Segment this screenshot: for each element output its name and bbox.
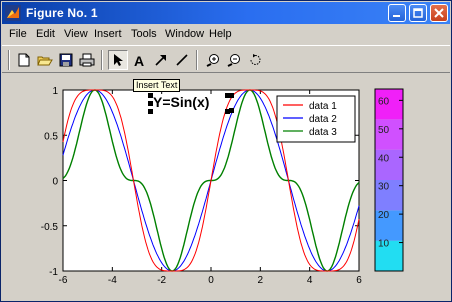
print-icon <box>79 53 95 67</box>
y-tick-label: -0.5 <box>41 222 59 233</box>
legend-label: data 3 <box>309 127 337 138</box>
menu-edit[interactable]: Edit <box>36 28 55 40</box>
selection-handle <box>148 101 153 106</box>
zoom-out-button[interactable] <box>224 50 244 70</box>
text-icon: A <box>134 53 144 67</box>
figure-canvas[interactable]: -1 -0.5 0 0.5 1 -6 -4 -2 0 2 4 6 Y=Sin(x) data 1 data … <box>3 75 449 299</box>
chart-title: Y=Sin(x) <box>153 94 209 110</box>
y-tick-label: -1 <box>49 267 58 278</box>
menu-tools[interactable]: Tools <box>131 28 157 40</box>
selection-handle <box>229 93 234 98</box>
legend-label: data 1 <box>309 101 337 112</box>
menu-view[interactable]: View <box>64 28 88 40</box>
open-file-button[interactable] <box>35 50 55 70</box>
new-figure-button[interactable] <box>14 50 34 70</box>
save-button[interactable] <box>56 50 76 70</box>
title-bar[interactable]: Figure No. 1 <box>2 2 450 24</box>
x-tick-label: -6 <box>59 275 68 286</box>
rotate-icon <box>250 54 261 65</box>
figure-window: Figure No. 1 File Edit View Insert Tools… <box>0 0 452 302</box>
arrow-select-icon <box>114 54 123 66</box>
zoom-in-button[interactable] <box>203 50 223 70</box>
x-tick-label: 6 <box>356 275 362 286</box>
new-icon <box>18 53 30 67</box>
menu-help[interactable]: Help <box>209 28 232 40</box>
selection-handle <box>148 109 153 114</box>
minimize-icon <box>393 15 400 17</box>
menu-bar: File Edit View Insert Tools Window Help <box>2 25 450 43</box>
open-icon <box>37 56 53 66</box>
rotate-3d-button[interactable] <box>245 50 265 70</box>
insert-line-button[interactable] <box>172 50 192 70</box>
toolbar-separator <box>196 50 198 70</box>
zoom-out-icon <box>227 54 240 67</box>
colorbar-tick-label: 60 <box>378 96 390 107</box>
legend-label: data 2 <box>309 114 337 125</box>
zoom-in-icon <box>206 54 219 67</box>
colorbar-tick-label: 50 <box>378 125 390 136</box>
line-icon <box>176 54 188 66</box>
selection-handle <box>148 93 153 98</box>
menu-window[interactable]: Window <box>165 28 204 40</box>
colorbar-tick-label: 10 <box>378 239 390 250</box>
x-tick-label: -4 <box>108 275 117 286</box>
colorbar-tick-label: 20 <box>378 210 390 221</box>
y-tick-label: 1 <box>52 86 58 97</box>
menu-insert[interactable]: Insert <box>94 28 122 40</box>
window-title: Figure No. 1 <box>26 6 98 20</box>
x-tick-label: 4 <box>307 275 313 286</box>
x-tick-label: 0 <box>208 275 214 286</box>
y-tick-label: 0 <box>52 177 58 188</box>
minimize-button[interactable] <box>388 4 406 22</box>
insert-text-tooltip: Insert Text <box>133 79 181 92</box>
toolbar-grip <box>8 50 10 70</box>
maximize-icon <box>413 8 423 18</box>
close-icon <box>434 8 444 18</box>
menu-file[interactable]: File <box>9 28 27 40</box>
selection-handle <box>229 108 234 113</box>
y-tick-label: 0.5 <box>44 131 58 142</box>
close-button[interactable] <box>430 4 448 22</box>
toolbar-separator <box>101 50 103 70</box>
colorbar-tick-label: 40 <box>378 153 390 164</box>
toolbar: A <box>2 45 450 73</box>
insert-text-button[interactable]: A <box>130 50 150 70</box>
colorbar-tick-label: 30 <box>378 182 390 193</box>
chart-area: -1 -0.5 0 0.5 1 -6 -4 -2 0 2 4 6 Y=Sin(x) data 1 data … <box>41 86 404 286</box>
x-tick-label: 2 <box>258 275 264 286</box>
x-tick-label: -2 <box>157 275 166 286</box>
print-button[interactable] <box>77 50 97 70</box>
maximize-button[interactable] <box>409 4 427 22</box>
arrow-icon <box>155 55 166 66</box>
svg-text:A: A <box>134 53 144 67</box>
select-tool-button[interactable] <box>108 50 128 70</box>
matlab-logo-icon <box>5 5 21 21</box>
insert-arrow-button[interactable] <box>151 50 171 70</box>
save-icon <box>59 53 73 67</box>
